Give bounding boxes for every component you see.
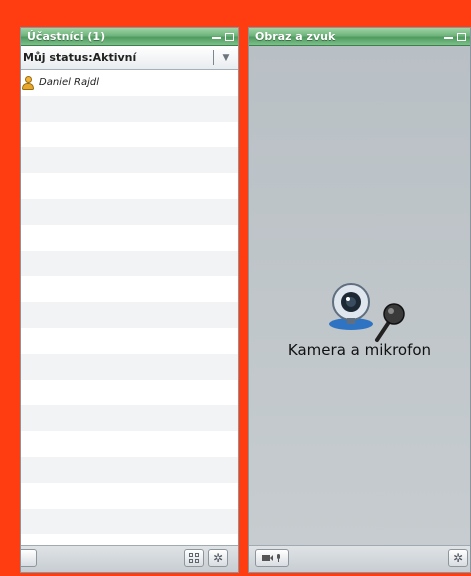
audio-video-settings-button[interactable]: ✲ — [448, 549, 468, 567]
audio-video-area: Kamera a mikrofon — [249, 46, 470, 546]
participant-name: Daniel Rajdl — [39, 77, 100, 89]
footer-left-button[interactable] — [21, 549, 37, 567]
grid-view-button[interactable] — [184, 549, 204, 567]
chevron-down-icon[interactable]: ▼ — [218, 50, 234, 66]
participant-list: Daniel Rajdl — [21, 70, 238, 546]
my-status-label: Můj status:Aktivní — [23, 51, 137, 64]
minimize-icon[interactable] — [212, 33, 221, 42]
minimize-icon[interactable] — [444, 33, 453, 42]
my-status-selector[interactable]: Můj status:Aktivní ▼ — [21, 46, 238, 70]
list-item — [21, 198, 238, 225]
list-item — [21, 224, 238, 251]
participants-pane: Účastníci (1) Můj status:Aktivní ▼ Danie… — [20, 27, 239, 573]
list-item — [21, 508, 238, 535]
participants-pane-header[interactable]: Účastníci (1) — [21, 28, 238, 46]
list-item — [21, 353, 238, 380]
list-item — [21, 379, 238, 406]
participants-pane-footer: ✲ — [21, 545, 238, 572]
gear-icon: ✲ — [452, 551, 464, 565]
maximize-icon[interactable] — [225, 33, 234, 41]
audio-video-pane-title: Obraz a zvuk — [255, 30, 336, 43]
highlight-frame-left — [0, 0, 20, 576]
list-item — [21, 147, 238, 174]
audio-video-pane-footer: ✲ — [249, 545, 470, 572]
list-item[interactable]: Daniel Rajdl — [21, 70, 238, 96]
webcam-microphone-icon — [329, 283, 405, 342]
list-item — [21, 250, 238, 277]
list-item — [21, 302, 238, 328]
audio-video-pane-header[interactable]: Obraz a zvuk — [249, 28, 470, 46]
gear-icon: ✲ — [212, 551, 224, 565]
audio-video-pane: Obraz a zvuk Kamera a mikrofon ✲ — [248, 27, 471, 573]
list-item — [21, 276, 238, 303]
user-icon — [21, 75, 35, 90]
camera-microphone-icon — [262, 554, 280, 562]
list-item — [21, 327, 238, 354]
list-item — [21, 173, 238, 199]
list-item — [21, 121, 238, 148]
participants-settings-button[interactable]: ✲ — [208, 549, 228, 567]
camera-microphone-button[interactable] — [255, 549, 289, 567]
camera-microphone-label: Kamera a mikrofon — [287, 341, 432, 359]
list-item — [21, 95, 238, 122]
highlight-frame-top — [0, 0, 471, 22]
grid-view-icon — [189, 553, 199, 563]
status-divider — [213, 50, 214, 65]
list-item — [21, 482, 238, 509]
list-item — [21, 431, 238, 457]
participants-pane-title: Účastníci (1) — [27, 30, 106, 43]
maximize-icon[interactable] — [457, 33, 466, 41]
list-item — [21, 405, 238, 432]
list-item — [21, 456, 238, 483]
